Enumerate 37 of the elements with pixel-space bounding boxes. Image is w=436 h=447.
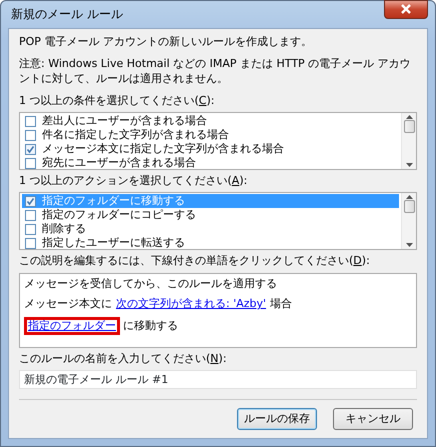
description-text: メッセージを受信してから、このルールを適用する <box>24 276 277 290</box>
scrollbar[interactable] <box>401 193 416 250</box>
description-label: この説明を編集するには、下線付きの単語をクリックしてください(D): <box>19 254 371 269</box>
checkbox[interactable] <box>25 224 36 235</box>
intro-text: POP 電子メール アカウントの新しいルールを作成します。 <box>19 34 313 50</box>
rule-link[interactable]: 指定のフォルダー <box>24 317 120 336</box>
dialog-button[interactable]: キャンセル <box>333 408 413 430</box>
close-icon <box>400 4 412 14</box>
checkbox[interactable] <box>25 196 36 207</box>
list-label: 1 つ以上のアクションを選択してください(A): <box>19 174 248 188</box>
rule-link[interactable]: 次の文字列が含まれる: 'Azby' <box>112 295 270 314</box>
checkbox[interactable] <box>25 116 36 127</box>
close-button[interactable] <box>384 0 428 19</box>
list-item[interactable]: 指定したユーザーに転送する <box>22 236 399 250</box>
list-item[interactable]: 件名に指定した文字列が含まれる場合 <box>22 128 399 142</box>
checkbox[interactable] <box>25 210 36 221</box>
checkbox[interactable] <box>25 238 36 249</box>
list-item[interactable]: 指定のフォルダーにコピーする <box>22 208 399 222</box>
scrollbar[interactable] <box>401 113 416 170</box>
description-text: に移動する <box>123 319 178 332</box>
note-text: 注意: Windows Live Hotmail などの IMAP または HTTP の電子メール アカウントに対して、ルールは適用されません。 <box>19 57 412 86</box>
list-label: 1 つ以上の条件を選択してください(C): <box>19 94 216 108</box>
window-title: 新規のメール ルール <box>10 6 123 22</box>
list-item[interactable]: 宛先にユーザーが含まれる場合 <box>22 156 399 170</box>
scroll-down-icon[interactable] <box>406 243 412 248</box>
description-text: 場合 <box>270 297 292 310</box>
list-item[interactable]: メッセージ本文に指定した文字列が含まれる場合 <box>22 142 399 156</box>
scroll-down-icon[interactable] <box>406 163 412 168</box>
checkbox[interactable] <box>25 130 36 141</box>
rule-name-field[interactable]: 新規の電子メール ルール #1 <box>19 370 417 389</box>
description-text: メッセージ本文に <box>24 297 112 310</box>
checkbox[interactable] <box>25 144 36 155</box>
name-label: このルールの名前を入力してください(N): <box>19 352 228 366</box>
list-item[interactable]: 差出人にユーザーが含まれる場合 <box>22 114 399 128</box>
checkbox[interactable] <box>25 158 36 169</box>
dialog-button[interactable]: ルールの保存 <box>237 408 317 430</box>
list-item[interactable]: 削除する <box>22 222 399 236</box>
